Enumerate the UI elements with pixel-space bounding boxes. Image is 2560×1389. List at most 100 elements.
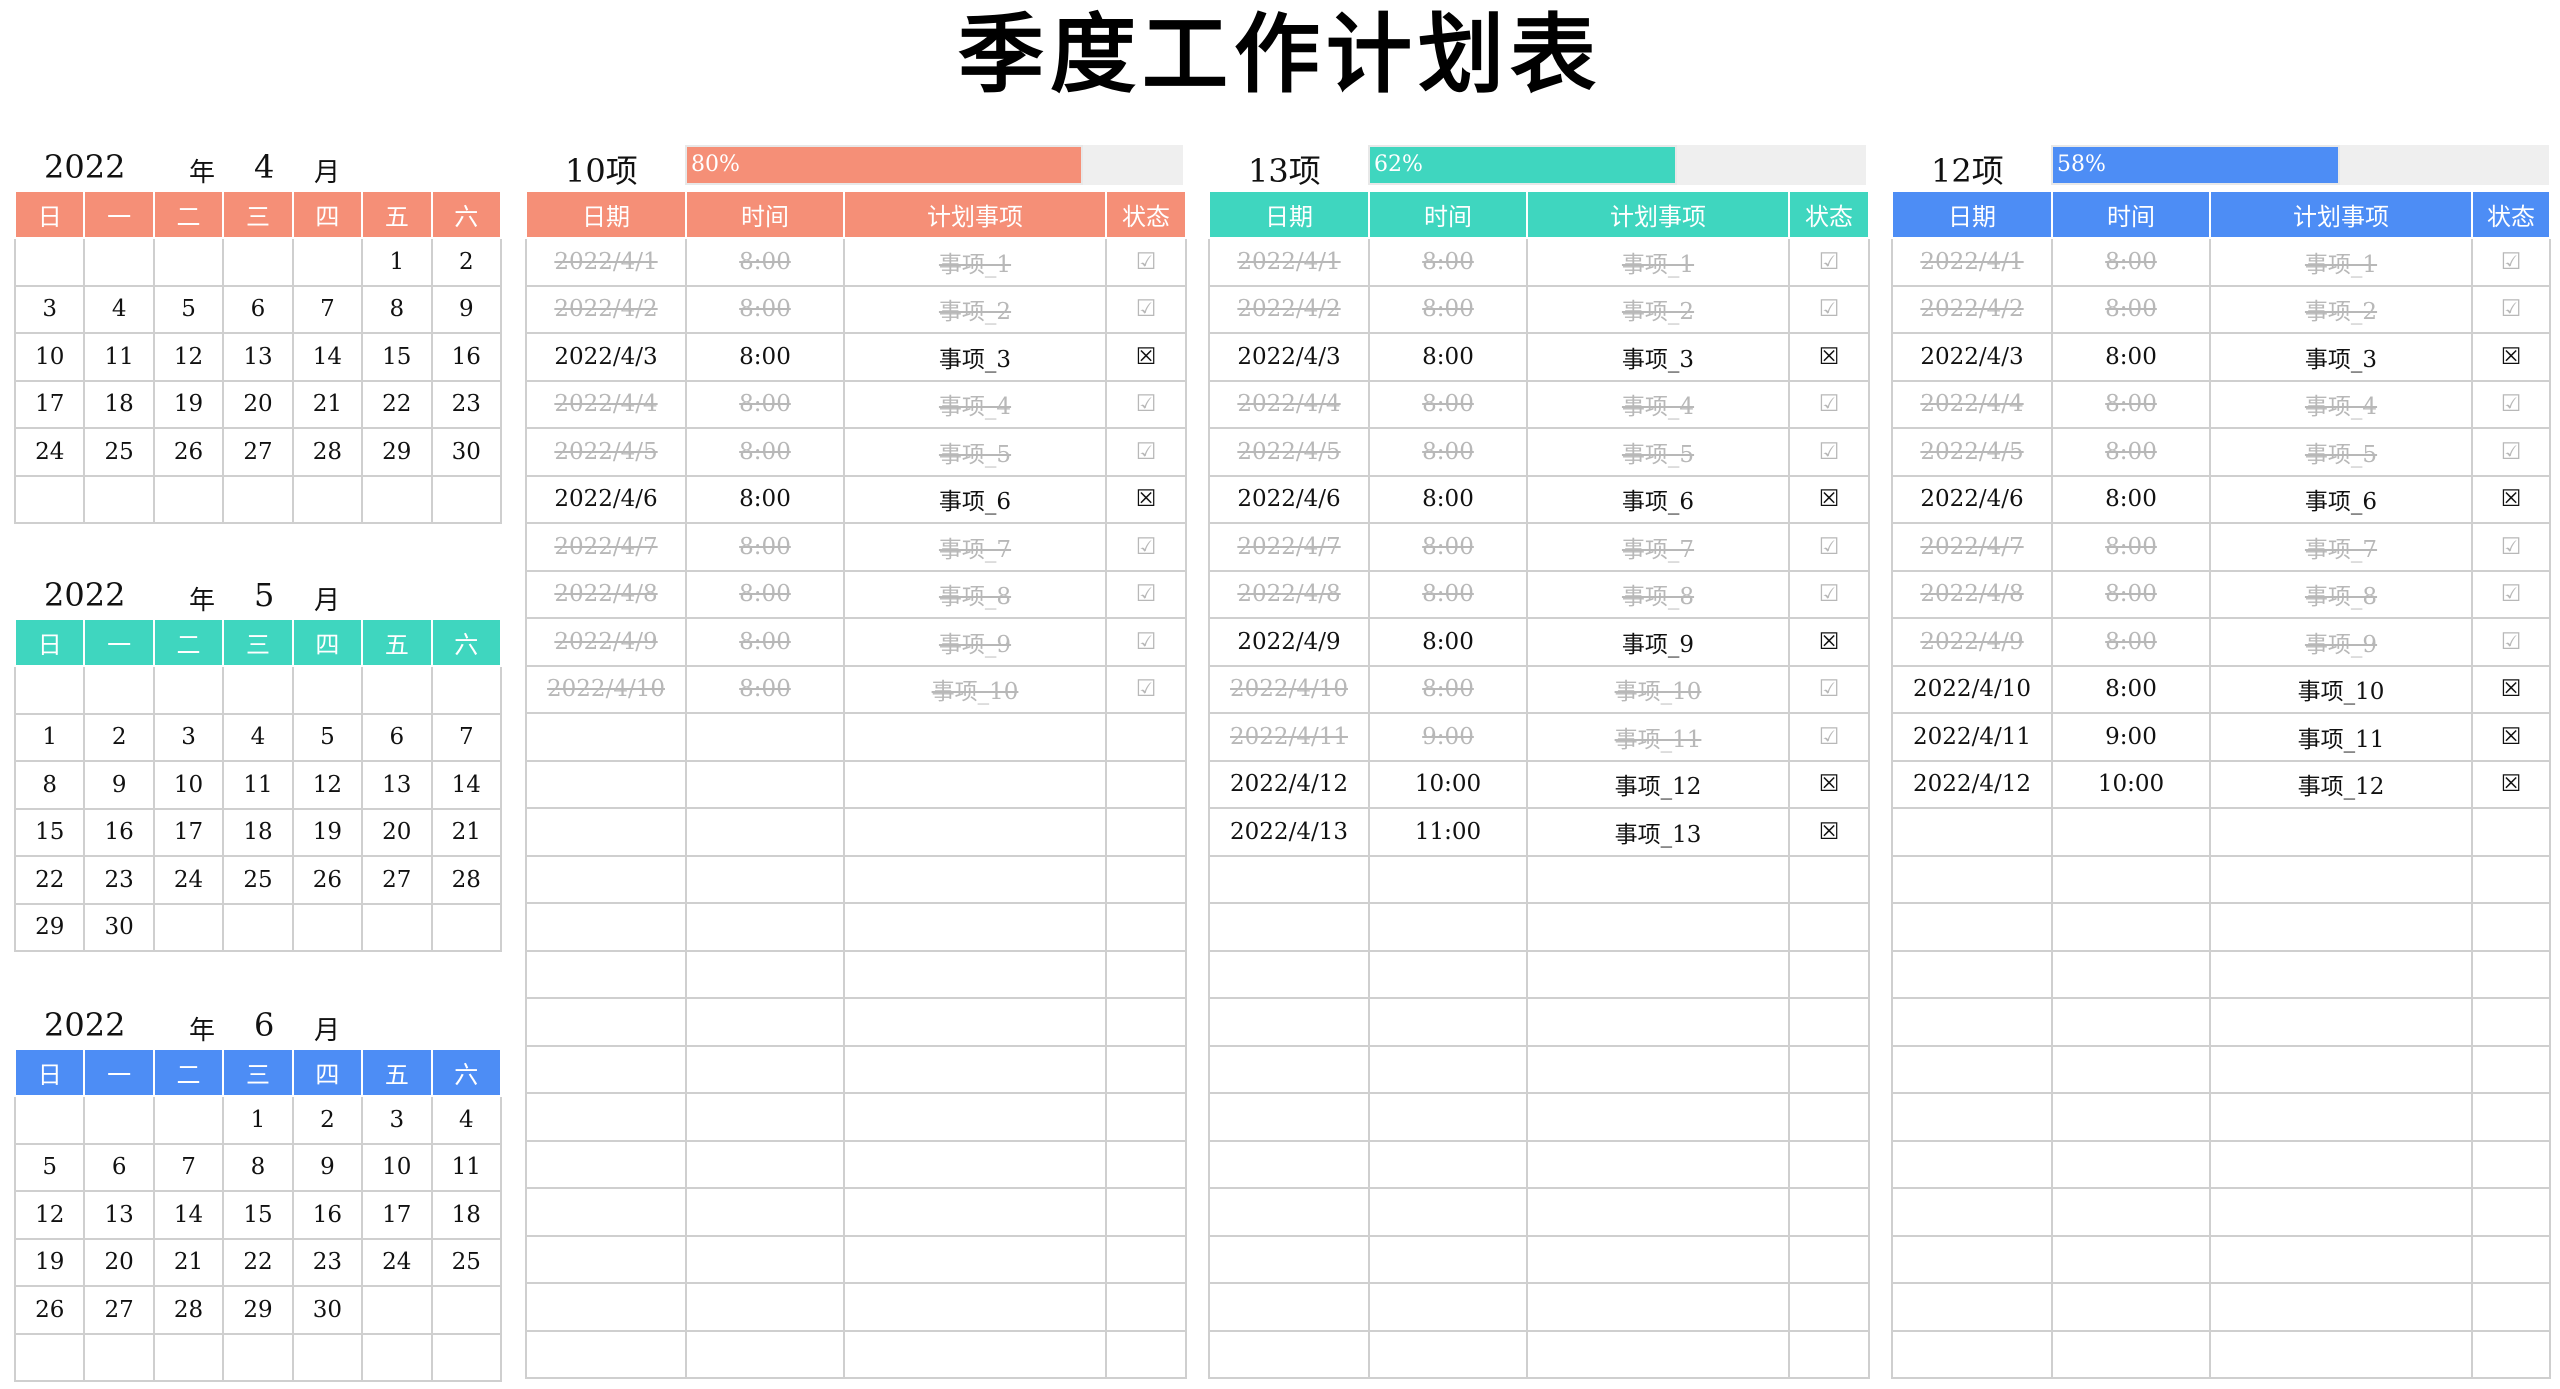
calendar-day-cell[interactable]: 29 bbox=[361, 427, 433, 477]
empty-cell[interactable] bbox=[1208, 854, 1370, 904]
crossed-box-icon[interactable]: ☒ bbox=[1105, 474, 1187, 524]
crossed-box-icon[interactable]: ☒ bbox=[1788, 332, 1870, 382]
calendar-day-cell[interactable]: 30 bbox=[291, 1285, 364, 1335]
task-item[interactable]: 事项_4 bbox=[843, 379, 1107, 429]
empty-cell[interactable] bbox=[2051, 997, 2211, 1047]
calendar-day-cell[interactable]: 9 bbox=[83, 760, 155, 810]
task-date[interactable]: 2022/4/1 bbox=[525, 237, 687, 287]
calendar-day-cell[interactable]: 27 bbox=[361, 855, 433, 905]
empty-cell[interactable] bbox=[843, 807, 1107, 857]
task-time[interactable]: 8:00 bbox=[685, 427, 845, 477]
empty-cell[interactable] bbox=[1788, 1329, 1870, 1379]
empty-cell[interactable] bbox=[2051, 807, 2211, 857]
check-box-icon[interactable]: ☑ bbox=[1788, 379, 1870, 429]
calendar-day-cell[interactable] bbox=[430, 902, 503, 952]
empty-cell[interactable] bbox=[843, 759, 1107, 809]
task-time[interactable]: 8:00 bbox=[2051, 617, 2211, 667]
calendar-day-cell[interactable] bbox=[83, 665, 155, 715]
check-box-icon[interactable]: ☑ bbox=[2471, 237, 2551, 287]
empty-cell[interactable] bbox=[843, 1139, 1107, 1189]
empty-cell[interactable] bbox=[1105, 1282, 1187, 1332]
empty-cell[interactable] bbox=[685, 1234, 845, 1284]
crossed-box-icon[interactable]: ☒ bbox=[2471, 664, 2551, 714]
calendar-day-cell[interactable] bbox=[152, 474, 225, 524]
task-time[interactable]: 8:00 bbox=[2051, 522, 2211, 572]
task-time[interactable]: 8:00 bbox=[685, 617, 845, 667]
task-item[interactable]: 事项_2 bbox=[2209, 284, 2473, 334]
calendar-day-cell[interactable] bbox=[13, 474, 86, 524]
empty-cell[interactable] bbox=[843, 902, 1107, 952]
calendar-day-cell[interactable]: 18 bbox=[430, 1190, 503, 1240]
calendar-day-cell[interactable]: 25 bbox=[430, 1237, 503, 1287]
task-item[interactable]: 事项_7 bbox=[1526, 522, 1790, 572]
task-item[interactable]: 事项_1 bbox=[2209, 237, 2473, 287]
calendar-day-cell[interactable]: 23 bbox=[291, 1237, 364, 1287]
check-box-icon[interactable]: ☑ bbox=[1105, 522, 1187, 572]
check-box-icon[interactable]: ☑ bbox=[1788, 522, 1870, 572]
empty-cell[interactable] bbox=[525, 1234, 687, 1284]
task-time[interactable]: 8:00 bbox=[1368, 474, 1528, 524]
empty-cell[interactable] bbox=[1788, 949, 1870, 999]
calendar-day-cell[interactable]: 21 bbox=[291, 379, 364, 429]
calendar-day-cell[interactable]: 14 bbox=[430, 760, 503, 810]
empty-cell[interactable] bbox=[1526, 1187, 1790, 1237]
calendar-day-cell[interactable]: 20 bbox=[222, 379, 294, 429]
calendar-day-cell[interactable]: 29 bbox=[13, 902, 86, 952]
calendar-day-cell[interactable]: 28 bbox=[291, 427, 364, 477]
task-time[interactable]: 8:00 bbox=[2051, 569, 2211, 619]
empty-cell[interactable] bbox=[1526, 1044, 1790, 1094]
calendar-day-cell[interactable]: 12 bbox=[13, 1190, 86, 1240]
check-box-icon[interactable]: ☑ bbox=[1105, 284, 1187, 334]
empty-cell[interactable] bbox=[1368, 997, 1528, 1047]
task-date[interactable]: 2022/4/4 bbox=[1208, 379, 1370, 429]
empty-cell[interactable] bbox=[1208, 949, 1370, 999]
task-time[interactable]: 10:00 bbox=[2051, 759, 2211, 809]
empty-cell[interactable] bbox=[525, 1329, 687, 1379]
check-box-icon[interactable]: ☑ bbox=[1105, 379, 1187, 429]
calendar-day-cell[interactable]: 30 bbox=[430, 427, 503, 477]
calendar-day-cell[interactable]: 10 bbox=[13, 332, 86, 382]
calendar-day-cell[interactable]: 14 bbox=[152, 1190, 225, 1240]
task-date[interactable]: 2022/4/2 bbox=[1891, 284, 2053, 334]
task-date[interactable]: 2022/4/10 bbox=[1208, 664, 1370, 714]
calendar-day-cell[interactable]: 26 bbox=[13, 1285, 86, 1335]
task-item[interactable]: 事项_10 bbox=[1526, 664, 1790, 714]
calendar-day-cell[interactable] bbox=[13, 1095, 86, 1145]
empty-cell[interactable] bbox=[685, 1187, 845, 1237]
empty-cell[interactable] bbox=[2209, 949, 2473, 999]
task-item[interactable]: 事项_2 bbox=[1526, 284, 1790, 334]
check-box-icon[interactable]: ☑ bbox=[1105, 569, 1187, 619]
task-time[interactable]: 8:00 bbox=[1368, 427, 1528, 477]
calendar-day-cell[interactable]: 1 bbox=[13, 712, 86, 762]
empty-cell[interactable] bbox=[843, 1329, 1107, 1379]
empty-cell[interactable] bbox=[685, 949, 845, 999]
calendar-day-cell[interactable]: 22 bbox=[222, 1237, 294, 1287]
task-time[interactable]: 8:00 bbox=[685, 522, 845, 572]
calendar-day-cell[interactable]: 3 bbox=[13, 284, 86, 334]
calendar-day-cell[interactable]: 4 bbox=[430, 1095, 503, 1145]
empty-cell[interactable] bbox=[1891, 1282, 2053, 1332]
calendar-day-cell[interactable] bbox=[222, 902, 294, 952]
empty-cell[interactable] bbox=[2209, 902, 2473, 952]
task-item[interactable]: 事项_9 bbox=[2209, 617, 2473, 667]
task-item[interactable]: 事项_7 bbox=[843, 522, 1107, 572]
task-time[interactable]: 8:00 bbox=[685, 284, 845, 334]
calendar-day-cell[interactable] bbox=[152, 902, 225, 952]
empty-cell[interactable] bbox=[1788, 902, 1870, 952]
task-date[interactable]: 2022/4/6 bbox=[1208, 474, 1370, 524]
empty-cell[interactable] bbox=[525, 854, 687, 904]
task-date[interactable]: 2022/4/7 bbox=[525, 522, 687, 572]
empty-cell[interactable] bbox=[2471, 1329, 2551, 1379]
calendar-day-cell[interactable] bbox=[430, 474, 503, 524]
empty-cell[interactable] bbox=[2051, 1187, 2211, 1237]
calendar-day-cell[interactable]: 29 bbox=[222, 1285, 294, 1335]
empty-cell[interactable] bbox=[1891, 1092, 2053, 1142]
calendar-day-cell[interactable] bbox=[83, 474, 155, 524]
calendar-day-cell[interactable]: 24 bbox=[152, 855, 225, 905]
calendar-day-cell[interactable]: 4 bbox=[222, 712, 294, 762]
empty-cell[interactable] bbox=[2051, 1092, 2211, 1142]
calendar-day-cell[interactable]: 21 bbox=[152, 1237, 225, 1287]
check-box-icon[interactable]: ☑ bbox=[2471, 569, 2551, 619]
calendar-day-cell[interactable]: 23 bbox=[430, 379, 503, 429]
calendar-day-cell[interactable]: 28 bbox=[430, 855, 503, 905]
